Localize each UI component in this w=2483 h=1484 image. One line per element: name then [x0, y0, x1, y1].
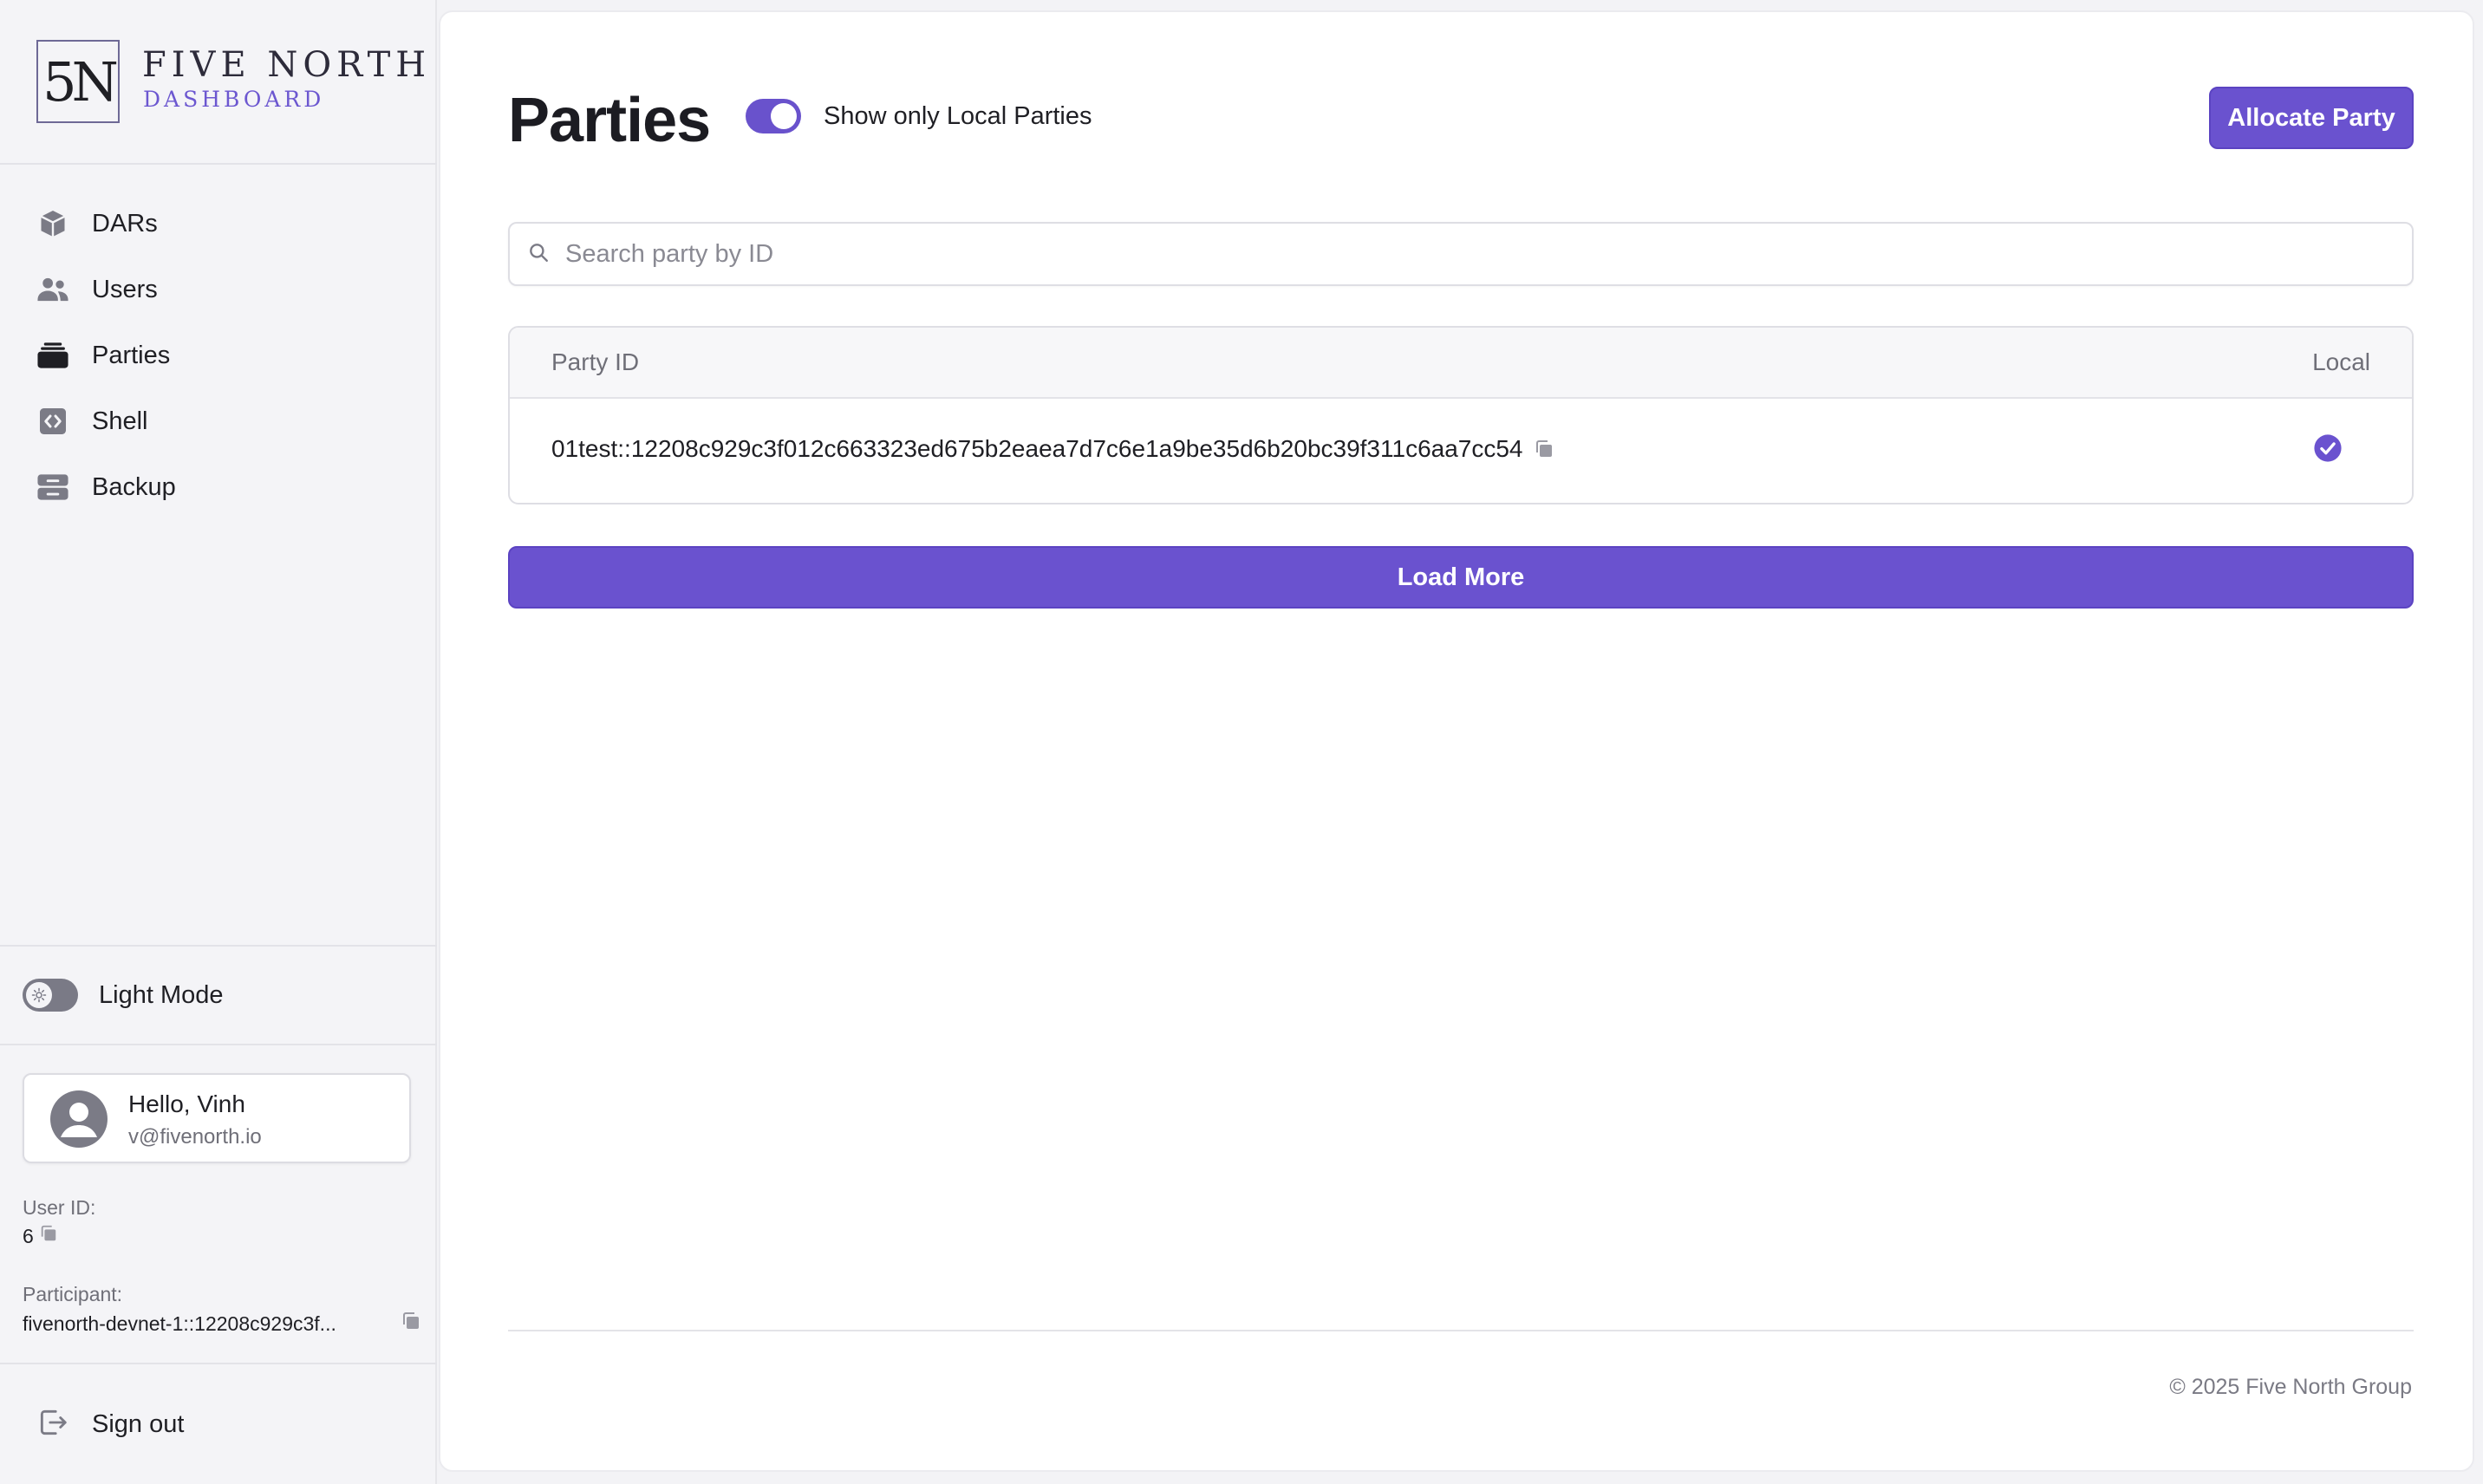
column-header-local: Local [2312, 348, 2370, 375]
sidebar-item-label: Users [92, 275, 158, 303]
footer-divider [508, 1330, 2414, 1331]
sidebar-nav: DARs Users Parties Shell Backup [0, 191, 437, 520]
search-input[interactable] [565, 239, 2386, 269]
sidebar-item-parties[interactable]: Parties [0, 322, 437, 388]
user-card[interactable]: Hello, Vinh v@fivenorth.io [23, 1073, 411, 1163]
copy-icon[interactable] [1534, 439, 1554, 459]
sidebar-item-label: Parties [92, 341, 171, 369]
sidebar: 5N FIVE NORTH DASHBOARD DARs Users Parti… [0, 0, 437, 1484]
copy-icon[interactable] [401, 1311, 421, 1337]
participant-label: Participant: [23, 1283, 123, 1305]
local-parties-toggle-label: Show only Local Parties [824, 102, 1092, 130]
archive-icon [36, 471, 69, 504]
sidebar-item-label: Backup [92, 472, 176, 501]
brand-header: 5N FIVE NORTH DASHBOARD [0, 0, 437, 165]
user-id-label: User ID: [23, 1196, 96, 1219]
allocate-party-button[interactable]: Allocate Party [2209, 87, 2414, 149]
signout-row: Sign out [0, 1363, 437, 1484]
avatar [50, 1090, 108, 1148]
toggle-knob [771, 103, 797, 129]
theme-mode-toggle[interactable] [23, 979, 78, 1012]
sun-icon [26, 982, 52, 1008]
sign-out-label: Sign out [92, 1410, 185, 1438]
column-header-party-id: Party ID [551, 348, 640, 375]
search-icon [527, 241, 550, 268]
sidebar-item-users[interactable]: Users [0, 257, 437, 322]
sidebar-item-label: DARs [92, 209, 158, 238]
load-more-button[interactable]: Load More [508, 546, 2414, 609]
cube-icon [36, 207, 69, 240]
party-id-cell: 01test::12208c929c3f012c663323ed675b2eae… [551, 435, 1554, 463]
parties-table: Party ID Local 01test::12208c929c3f012c6… [508, 326, 2414, 504]
sign-out-icon [36, 1406, 69, 1443]
user-id-value: 6 [23, 1224, 34, 1247]
user-greeting: Hello, Vinh [128, 1090, 245, 1117]
brand-logo[interactable]: 5N [36, 40, 120, 123]
user-email: v@fivenorth.io [128, 1125, 262, 1149]
page-title: Parties [508, 86, 711, 155]
participant-value: fivenorth-devnet-1::12208c929c3f... [23, 1312, 336, 1335]
copy-icon[interactable] [39, 1224, 58, 1248]
table-header: Party ID Local [510, 328, 2412, 399]
party-id-text: 01test::12208c929c3f012c663323ed675b2eae… [551, 435, 1523, 462]
footer-copyright: © 2025 Five North Group [2169, 1375, 2412, 1399]
participant-row: fivenorth-devnet-1::12208c929c3f... [23, 1311, 421, 1337]
local-check-icon [2313, 433, 2343, 467]
users-icon [36, 273, 69, 306]
sidebar-item-dars[interactable]: DARs [0, 191, 437, 257]
local-parties-toggle[interactable] [746, 99, 801, 133]
user-id-row: 6 [23, 1224, 58, 1248]
search-box [508, 222, 2414, 286]
theme-mode-label: Light Mode [99, 980, 224, 1009]
sign-out-button[interactable]: Sign out [36, 1406, 184, 1443]
stack-icon [36, 339, 69, 372]
code-icon [36, 405, 69, 438]
brand-subtitle: DASHBOARD [143, 87, 325, 112]
sidebar-item-backup[interactable]: Backup [0, 454, 437, 520]
sidebar-item-shell[interactable]: Shell [0, 388, 437, 454]
brand-name: FIVE NORTH [142, 45, 432, 85]
theme-mode-row: Light Mode [0, 945, 437, 1045]
table-row[interactable]: 01test::12208c929c3f012c663323ed675b2eae… [510, 399, 2412, 503]
main-panel: Parties Show only Local Parties Allocate… [439, 10, 2474, 1472]
sidebar-item-label: Shell [92, 407, 148, 435]
